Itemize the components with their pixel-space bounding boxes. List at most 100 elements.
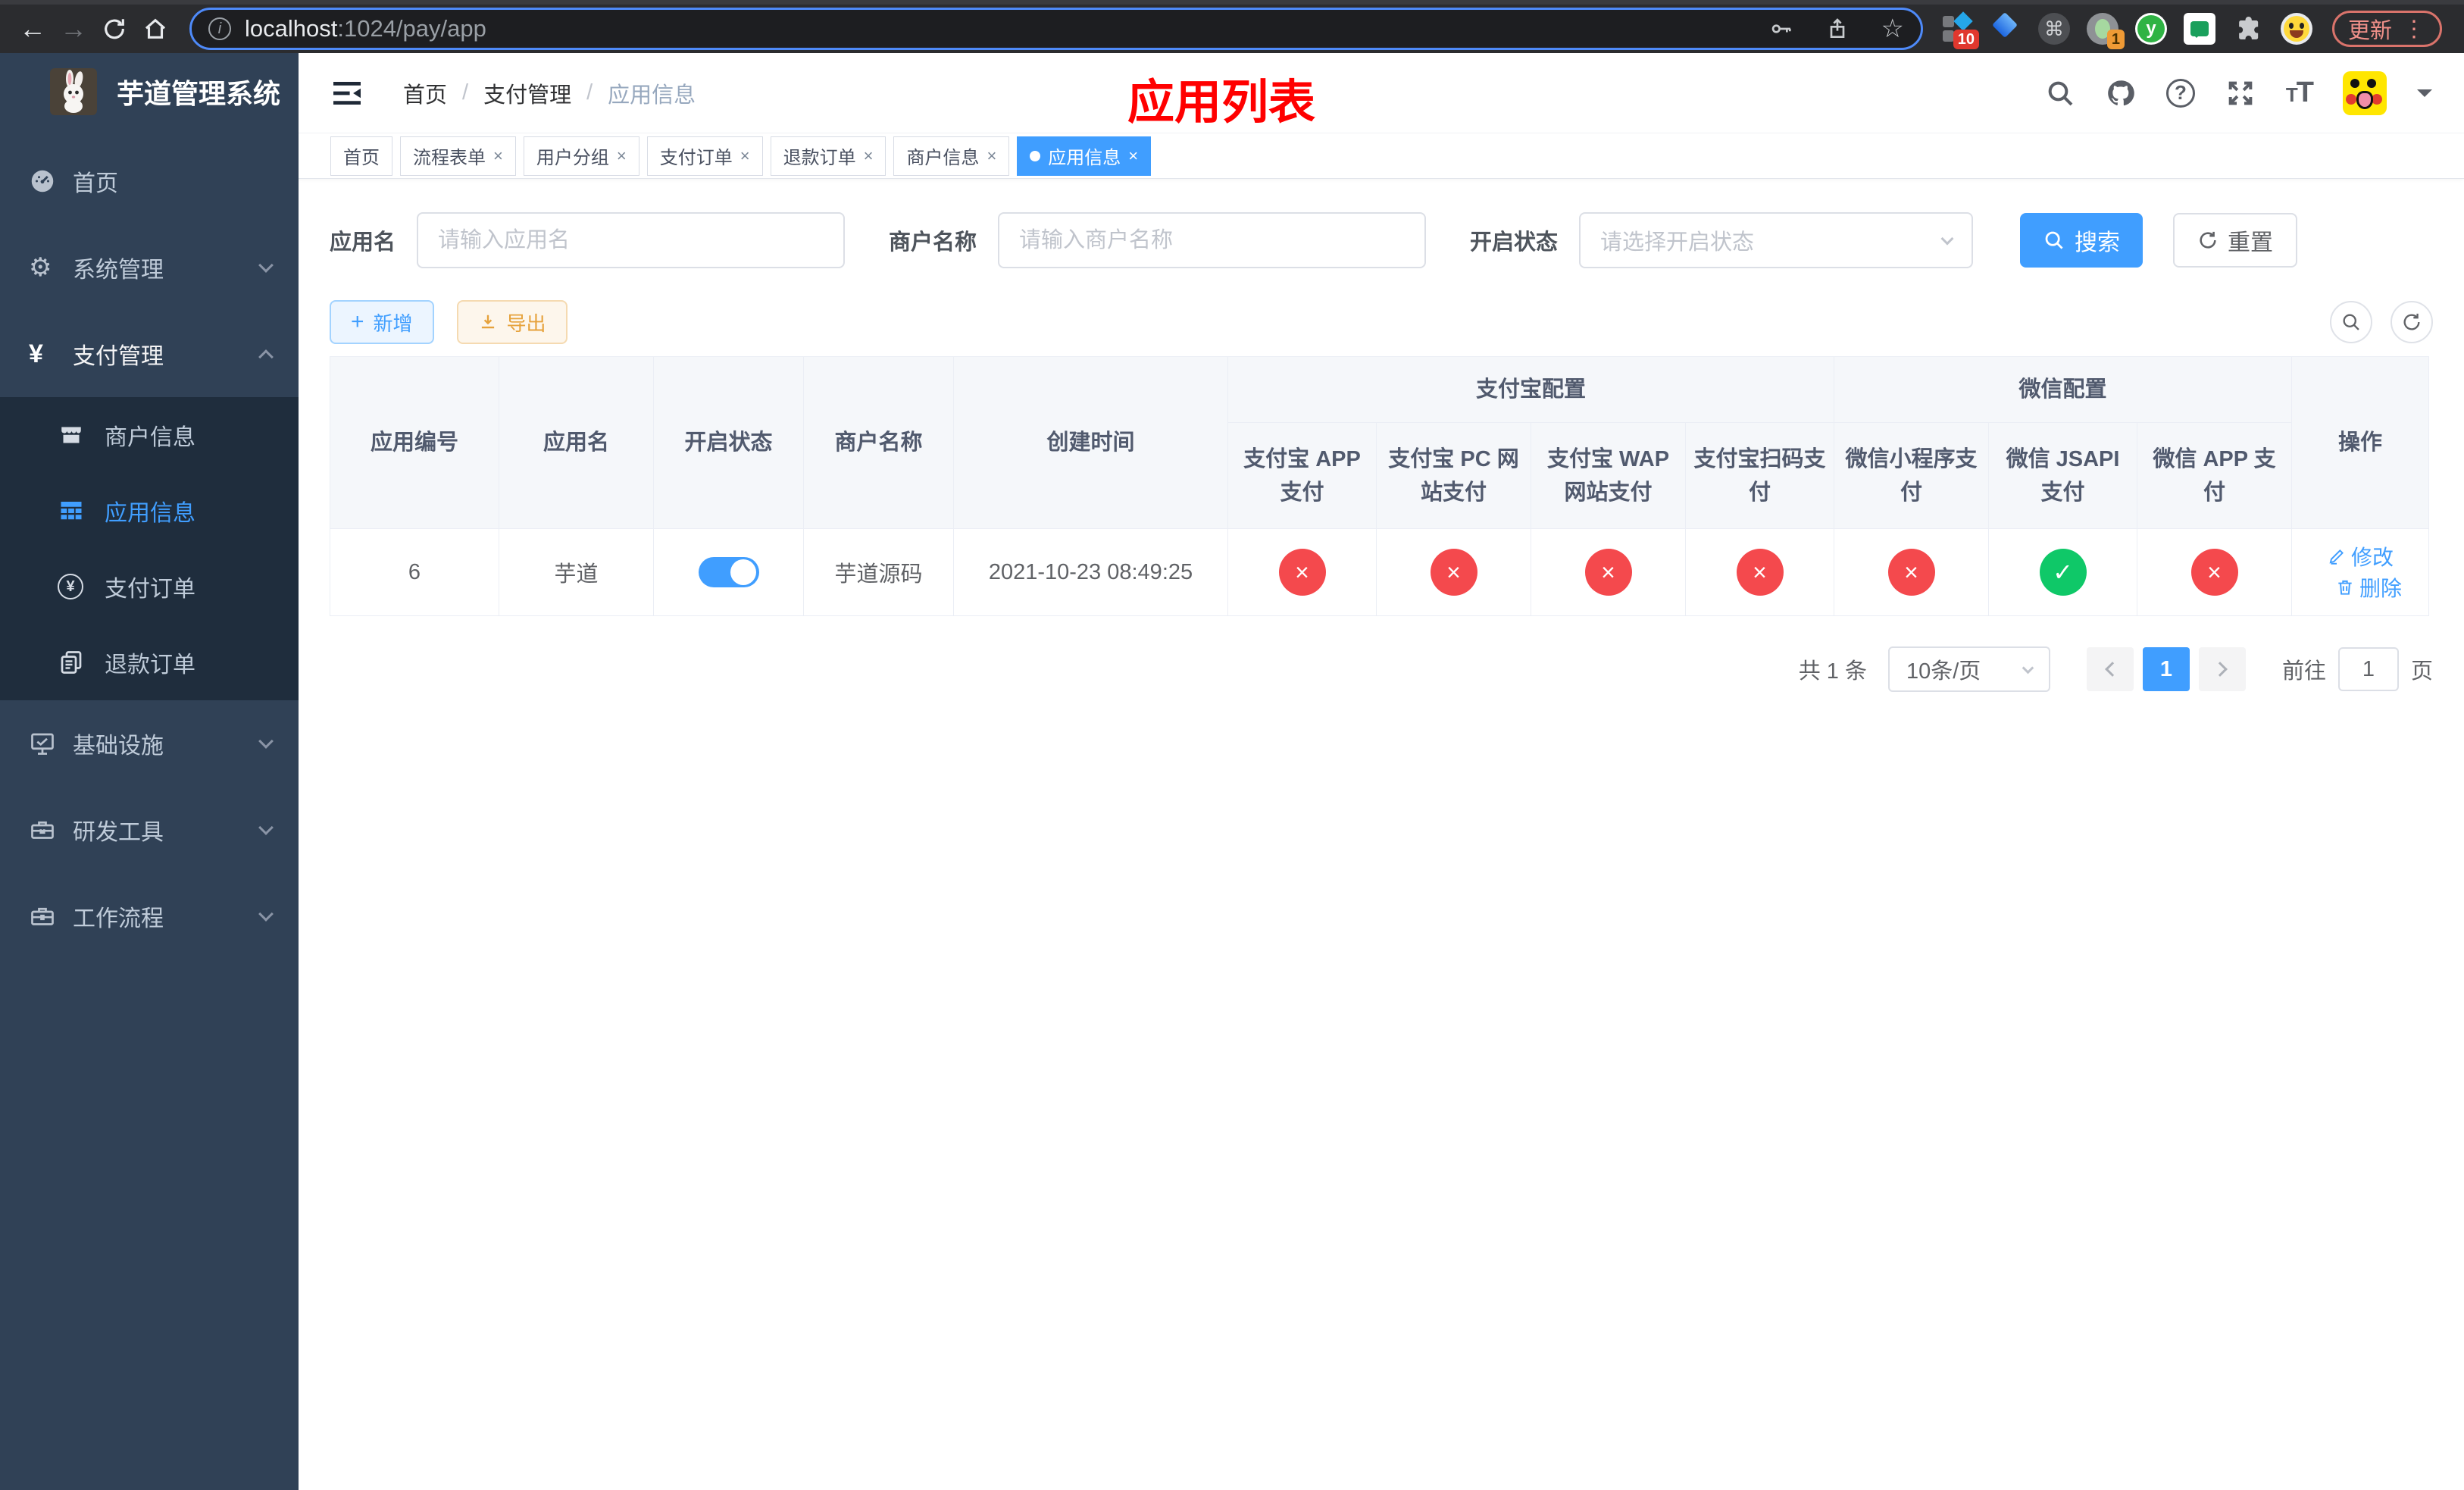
reset-button[interactable]: 重置 xyxy=(2173,213,2298,268)
extension-command-icon[interactable]: ⌘ xyxy=(2038,13,2070,45)
sidebar-item-infrastructure[interactable]: 基础设施 xyxy=(0,700,299,787)
font-size-icon[interactable]: TT xyxy=(2286,77,2314,109)
sidebar-item-home[interactable]: 首页 xyxy=(0,138,299,224)
home-icon xyxy=(145,18,166,39)
sidebar-fold-icon[interactable] xyxy=(330,80,364,107)
col-header-operations: 操作 xyxy=(2291,356,2430,529)
extensions-puzzle-icon[interactable] xyxy=(2232,13,2264,45)
search-icon[interactable] xyxy=(2045,78,2075,108)
sidebar-logo[interactable]: 芋道管理系统 xyxy=(0,53,299,130)
close-icon[interactable]: × xyxy=(1128,146,1138,166)
chevron-down-icon xyxy=(1940,232,1954,246)
edit-link[interactable]: 修改 xyxy=(2327,541,2394,571)
cell-status xyxy=(653,528,804,616)
sidebar-item-system[interactable]: ⚙ 系统管理 xyxy=(0,224,299,311)
tab-merchant-info[interactable]: 商户信息 × xyxy=(893,136,1010,176)
col-header-app-id: 应用编号 xyxy=(330,356,499,529)
close-icon[interactable]: × xyxy=(987,146,996,166)
tags-view-bar: 首页 流程表单 × 用户分组 × 支付订单 × 退款订单 × 商户信息 × 应用信息 × xyxy=(299,133,2464,179)
chevron-down-icon xyxy=(258,258,274,273)
page-title: 应用列表 xyxy=(1127,77,1316,129)
col-header-alipay-qr: 支付宝扫码支付 xyxy=(1684,422,1835,529)
extension-avatar-icon[interactable]: 1 xyxy=(2087,13,2125,49)
status-cross-icon: × xyxy=(1278,549,1326,596)
sidebar-item-workflow[interactable]: 工作流程 xyxy=(0,873,299,959)
close-icon[interactable]: × xyxy=(617,146,627,166)
search-button[interactable]: 搜索 xyxy=(2020,213,2143,268)
password-key-icon[interactable] xyxy=(1769,17,1793,41)
refresh-icon xyxy=(2403,313,2420,330)
browser-update-button[interactable]: 更新 ⋮ xyxy=(2332,11,2443,47)
sidebar-item-label: 工作流程 xyxy=(73,906,164,931)
close-icon[interactable]: × xyxy=(740,146,750,166)
extension-chat-icon[interactable] xyxy=(2184,13,2215,45)
tab-process-form[interactable]: 流程表单 × xyxy=(400,136,516,176)
help-icon[interactable]: ? xyxy=(2165,78,2195,108)
address-bar[interactable]: i localhost:1024/pay/app ☆ xyxy=(189,8,1923,50)
page-number-1[interactable]: 1 xyxy=(2142,647,2190,691)
status-select[interactable]: 请选择开启状态 xyxy=(1579,212,1974,268)
tab-home[interactable]: 首页 xyxy=(330,136,392,176)
extension-grid-icon[interactable]: 10 xyxy=(1941,11,1979,49)
chevron-down-icon xyxy=(2022,662,2034,674)
user-avatar[interactable] xyxy=(2343,70,2387,115)
sidebar-submenu-payment: 商户信息 应用信息 ¥ 支付订单 退款订单 xyxy=(0,397,299,700)
browser-back-button[interactable]: ← xyxy=(12,8,53,49)
export-button[interactable]: 导出 xyxy=(456,300,568,344)
app-title: 芋道管理系统 xyxy=(117,78,281,109)
sidebar-item-dev-tools[interactable]: 研发工具 xyxy=(0,787,299,873)
sidebar-item-label: 系统管理 xyxy=(73,258,164,283)
table-grid-icon xyxy=(58,497,105,524)
cell-operations: 修改 删除 xyxy=(2291,528,2430,616)
extension-yudao-icon[interactable]: y xyxy=(2135,13,2167,45)
group-header-wechat: 微信配置 xyxy=(1834,356,2293,423)
close-icon[interactable]: × xyxy=(864,146,874,166)
fullscreen-icon[interactable] xyxy=(2225,78,2256,108)
browser-forward-button[interactable]: → xyxy=(53,8,94,49)
extension-kite-icon[interactable] xyxy=(1990,12,2022,45)
goto-page-input[interactable] xyxy=(2337,647,2399,691)
active-tab-dot xyxy=(1030,150,1041,161)
tab-user-group[interactable]: 用户分组 × xyxy=(523,136,639,176)
goto-label: 前往 xyxy=(2281,659,2326,684)
page-size-select[interactable]: 10条/页 xyxy=(1887,646,2050,692)
add-button[interactable]: + 新增 xyxy=(330,300,434,344)
next-page-button[interactable] xyxy=(2198,647,2246,691)
browser-profile-avatar[interactable] xyxy=(2281,13,2312,45)
app-name-input[interactable] xyxy=(417,212,846,268)
briefcase-icon xyxy=(29,903,73,930)
refresh-table-button[interactable] xyxy=(2391,301,2433,343)
sidebar-item-label: 支付管理 xyxy=(73,344,164,369)
github-icon[interactable] xyxy=(2106,78,2136,108)
tab-app-info[interactable]: 应用信息 × xyxy=(1017,136,1152,176)
site-info-icon[interactable]: i xyxy=(208,17,231,40)
merchant-name-input[interactable] xyxy=(998,212,1427,268)
sidebar-item-merchant-info[interactable]: 商户信息 xyxy=(0,397,299,473)
delete-link[interactable]: 删除 xyxy=(2335,572,2402,603)
close-icon[interactable]: × xyxy=(493,146,503,166)
bookmark-star-icon[interactable]: ☆ xyxy=(1881,14,1904,44)
toggle-search-button[interactable] xyxy=(2330,301,2372,343)
tab-pay-orders[interactable]: 支付订单 × xyxy=(646,136,763,176)
chevron-down-icon xyxy=(258,734,274,749)
page-unit-label: 页 xyxy=(2410,659,2433,684)
sidebar-item-payment[interactable]: ¥ 支付管理 xyxy=(0,311,299,397)
breadcrumb-home[interactable]: 首页 xyxy=(403,77,447,109)
cell-created: 2021-10-23 08:49:25 xyxy=(953,528,1228,616)
search-icon xyxy=(2045,231,2063,249)
status-label: 开启状态 xyxy=(1470,230,1559,255)
prev-page-button[interactable] xyxy=(2086,647,2134,691)
main-area: 首页 / 支付管理 / 应用信息 应用列表 ? TT 首页 流程表单 × 用户分组… xyxy=(299,53,2464,1490)
caret-down-icon[interactable] xyxy=(2417,89,2432,105)
browser-home-button[interactable] xyxy=(135,8,176,49)
browser-reload-button[interactable] xyxy=(94,8,135,49)
sidebar-item-refund-orders[interactable]: 退款订单 xyxy=(0,624,299,700)
breadcrumb-payment[interactable]: 支付管理 xyxy=(483,77,571,109)
browser-menu-icon[interactable]: ⋮ xyxy=(2403,16,2426,42)
status-toggle[interactable] xyxy=(698,557,759,587)
share-icon[interactable] xyxy=(1825,17,1850,41)
sidebar-item-pay-orders[interactable]: ¥ 支付订单 xyxy=(0,549,299,624)
table-row: 6 芋道 芋道源码 2021-10-23 08:49:25 × × × × × xyxy=(330,528,2430,616)
sidebar-item-app-info[interactable]: 应用信息 xyxy=(0,473,299,549)
tab-refund-orders[interactable]: 退款订单 × xyxy=(770,136,886,176)
